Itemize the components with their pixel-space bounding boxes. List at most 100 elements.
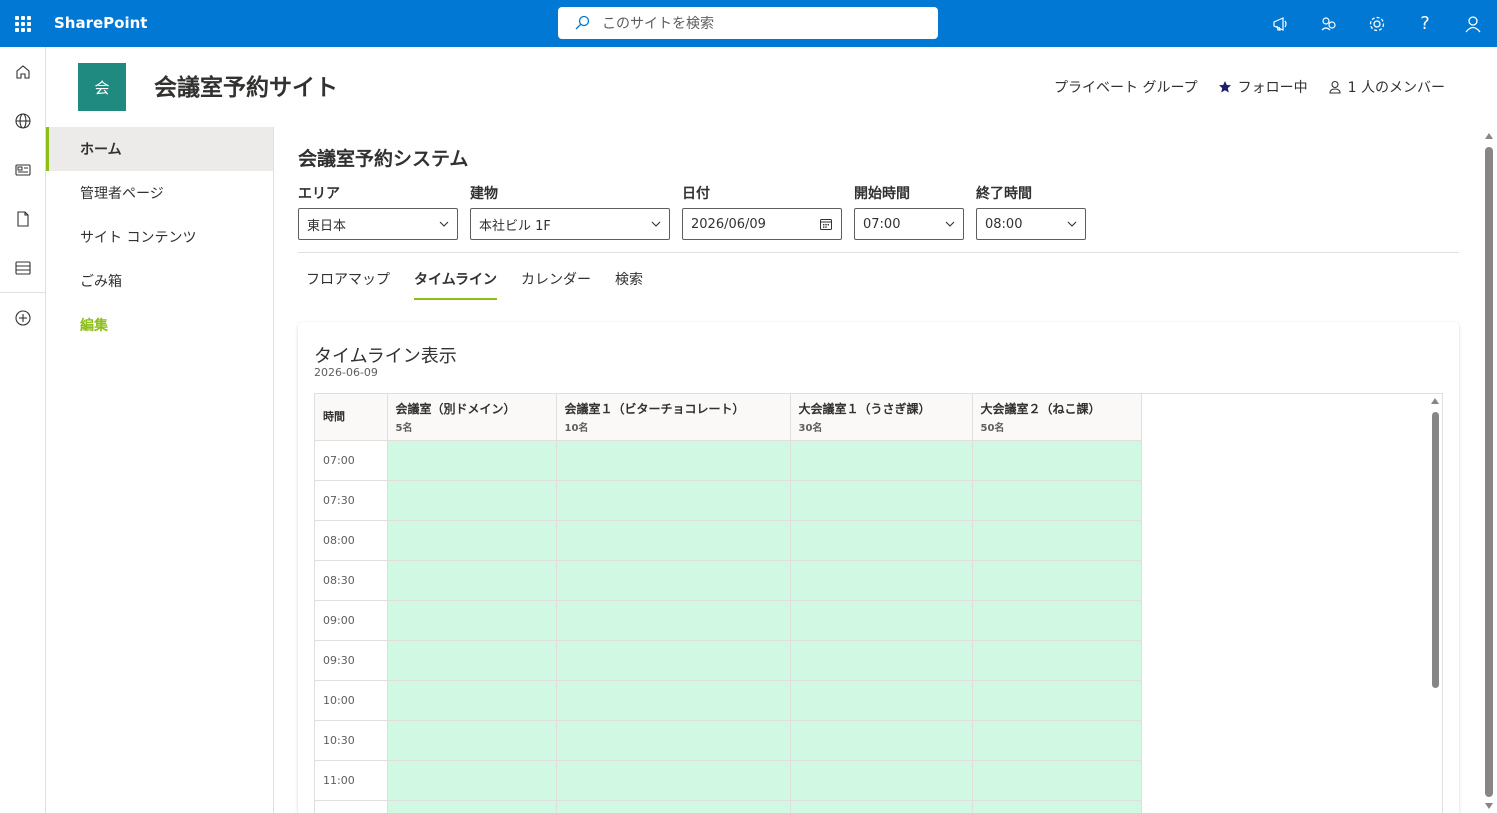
room-header[interactable]: 会議室１（ビターチョコレート） 10名 <box>556 394 791 441</box>
available-slot[interactable] <box>556 480 791 521</box>
available-slot[interactable] <box>972 680 1142 721</box>
nav-item-recycle-bin[interactable]: ごみ箱 <box>46 259 273 303</box>
available-slot[interactable] <box>972 600 1142 641</box>
available-slot[interactable] <box>387 800 557 813</box>
megaphone-icon[interactable] <box>1257 0 1305 47</box>
help-icon[interactable]: ? <box>1401 0 1449 47</box>
page-scrollbar[interactable] <box>1481 127 1497 813</box>
tab-timeline[interactable]: タイムライン <box>406 262 505 300</box>
news-icon[interactable] <box>0 145 46 194</box>
scroll-thumb[interactable] <box>1485 147 1493 797</box>
tab-search[interactable]: 検索 <box>607 262 651 296</box>
scroll-down-arrow[interactable] <box>1485 803 1493 809</box>
time-label: 10:30 <box>315 720 388 761</box>
available-slot[interactable] <box>972 800 1142 813</box>
tab-floor-map[interactable]: フロアマップ <box>298 262 398 296</box>
search-placeholder[interactable]: このサイトを検索 <box>602 13 714 33</box>
timeline-scrollbar[interactable] <box>1428 394 1442 813</box>
file-icon[interactable] <box>0 194 46 243</box>
room-header[interactable]: 会議室（別ドメイン） 5名 <box>387 394 557 441</box>
available-slot[interactable] <box>387 440 557 481</box>
available-slot[interactable] <box>790 520 973 561</box>
available-slot[interactable] <box>972 760 1142 801</box>
list-icon[interactable] <box>0 243 46 292</box>
site-logo[interactable]: 会 <box>78 63 126 111</box>
site-meta: プライベート グループ フォロー中 1 人のメンバー <box>1054 77 1445 97</box>
available-slot[interactable] <box>790 760 973 801</box>
nav-item-site-contents[interactable]: サイト コンテンツ <box>46 215 273 259</box>
available-slot[interactable] <box>387 720 557 761</box>
app-launcher-button[interactable] <box>0 0 46 47</box>
available-slot[interactable] <box>556 640 791 681</box>
timeline-grid[interactable]: 時間 会議室（別ドメイン） 5名 会議室１（ビターチョコレート） 10名 大会議… <box>314 393 1443 813</box>
available-slot[interactable] <box>387 760 557 801</box>
available-slot[interactable] <box>556 520 791 561</box>
tab-calendar[interactable]: カレンダー <box>513 262 599 296</box>
calendar-icon[interactable] <box>819 217 833 231</box>
search-box[interactable]: このサイトを検索 <box>558 7 938 39</box>
available-slot[interactable] <box>972 520 1142 561</box>
star-icon <box>1218 81 1231 93</box>
available-slot[interactable] <box>387 640 557 681</box>
scroll-up-arrow[interactable] <box>1485 133 1493 139</box>
available-slot[interactable] <box>790 800 973 813</box>
nav-item-home[interactable]: ホーム <box>46 127 273 171</box>
available-slot[interactable] <box>556 800 791 813</box>
date-value: 2026/06/09 <box>691 216 766 232</box>
available-slot[interactable] <box>387 480 557 521</box>
chevron-down-icon <box>945 221 955 227</box>
community-icon[interactable] <box>1305 0 1353 47</box>
date-picker[interactable]: 2026/06/09 <box>682 208 842 240</box>
time-label: 11:30 <box>315 800 388 813</box>
available-slot[interactable] <box>972 480 1142 521</box>
add-icon[interactable] <box>0 293 46 342</box>
available-slot[interactable] <box>972 640 1142 681</box>
available-slot[interactable] <box>790 560 973 601</box>
available-slot[interactable] <box>387 600 557 641</box>
available-slot[interactable] <box>387 560 557 601</box>
building-dropdown[interactable]: 本社ビル 1F <box>470 208 670 240</box>
site-title[interactable]: 会議室予約サイト <box>154 68 338 102</box>
available-slot[interactable] <box>790 480 973 521</box>
scroll-up-arrow[interactable] <box>1431 398 1439 404</box>
room-header[interactable]: 大会議室２（ねこ課） 50名 <box>972 394 1142 441</box>
room-name: 会議室（別ドメイン） <box>395 402 516 416</box>
available-slot[interactable] <box>790 440 973 481</box>
available-slot[interactable] <box>387 680 557 721</box>
room-name: 大会議室１（うさぎ課） <box>798 402 931 416</box>
nav-edit-link[interactable]: 編集 <box>46 303 273 347</box>
available-slot[interactable] <box>556 600 791 641</box>
brand-name[interactable]: SharePoint <box>54 13 147 33</box>
start-time-value: 07:00 <box>863 216 901 232</box>
available-slot[interactable] <box>556 720 791 761</box>
time-slot-row: 07:00 <box>315 440 1142 481</box>
time-label: 08:00 <box>315 520 388 561</box>
available-slot[interactable] <box>790 640 973 681</box>
members-button[interactable]: 1 人のメンバー <box>1328 77 1445 97</box>
home-icon[interactable] <box>0 47 46 96</box>
area-dropdown[interactable]: 東日本 <box>298 208 458 240</box>
end-time-dropdown[interactable]: 08:00 <box>976 208 1086 240</box>
available-slot[interactable] <box>790 600 973 641</box>
follow-button[interactable]: フォロー中 <box>1218 77 1308 97</box>
available-slot[interactable] <box>972 440 1142 481</box>
available-slot[interactable] <box>790 720 973 761</box>
available-slot[interactable] <box>387 520 557 561</box>
nav-item-admin[interactable]: 管理者ページ <box>46 171 273 215</box>
available-slot[interactable] <box>556 680 791 721</box>
waffle-icon <box>15 15 31 32</box>
area-value: 東日本 <box>307 218 347 234</box>
available-slot[interactable] <box>790 680 973 721</box>
available-slot[interactable] <box>556 440 791 481</box>
available-slot[interactable] <box>556 760 791 801</box>
time-label: 07:00 <box>315 440 388 481</box>
account-icon[interactable] <box>1449 0 1497 47</box>
globe-icon[interactable] <box>0 96 46 145</box>
scroll-thumb[interactable] <box>1432 412 1439 688</box>
available-slot[interactable] <box>972 720 1142 761</box>
available-slot[interactable] <box>556 560 791 601</box>
room-header[interactable]: 大会議室１（うさぎ課） 30名 <box>790 394 973 441</box>
available-slot[interactable] <box>972 560 1142 601</box>
settings-icon[interactable] <box>1353 0 1401 47</box>
start-time-dropdown[interactable]: 07:00 <box>854 208 964 240</box>
